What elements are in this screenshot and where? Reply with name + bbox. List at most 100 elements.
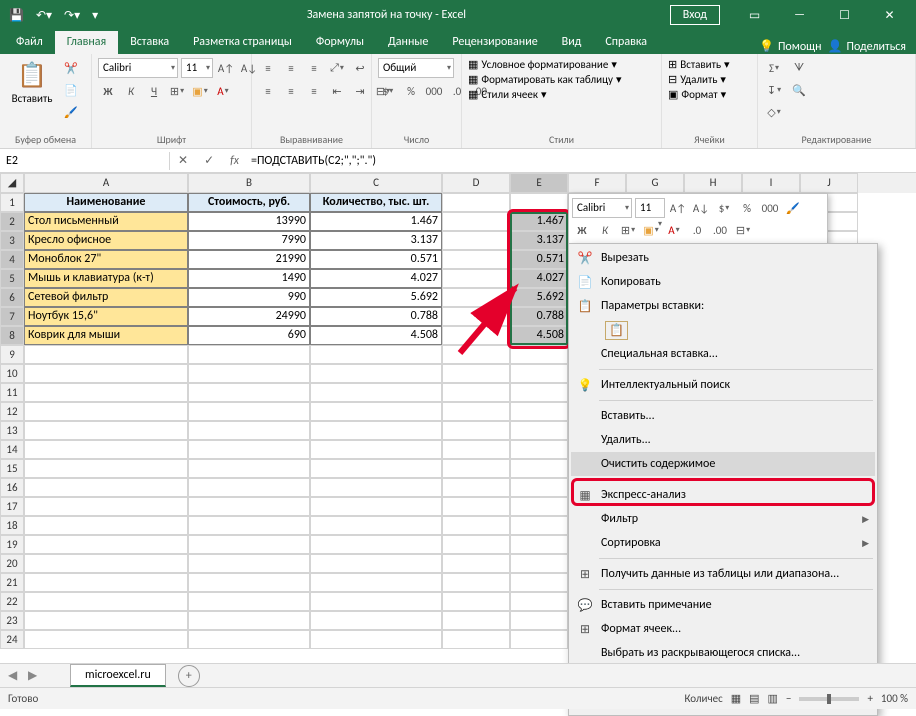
cut-icon[interactable]: ✂️ xyxy=(61,58,81,78)
tab-view[interactable]: Вид xyxy=(550,31,594,54)
cell[interactable] xyxy=(188,554,310,573)
ctx-sort[interactable]: Сортировка▶ xyxy=(571,531,875,555)
col-header-j[interactable]: J xyxy=(800,173,858,193)
login-button[interactable]: Вход xyxy=(670,5,720,25)
paste-button[interactable]: 📋 Вставить xyxy=(6,58,58,105)
cell[interactable] xyxy=(188,573,310,592)
ctx-clear-contents[interactable]: Очистить содержимое xyxy=(571,452,875,476)
cell[interactable] xyxy=(188,440,310,459)
cell[interactable] xyxy=(442,193,510,212)
row-header[interactable]: 17 xyxy=(0,497,24,516)
tab-file[interactable]: Файл xyxy=(4,31,55,54)
row-header[interactable]: 20 xyxy=(0,554,24,573)
mini-merge-icon[interactable]: ⊟ xyxy=(733,220,753,240)
cell[interactable] xyxy=(442,440,510,459)
format-cells-button[interactable]: ▣ Формат ▾ xyxy=(668,88,726,101)
cell[interactable] xyxy=(24,630,188,649)
cell[interactable]: 4.027 xyxy=(510,269,568,288)
row-header[interactable]: 12 xyxy=(0,402,24,421)
mini-format-painter-icon[interactable]: 🖌️ xyxy=(783,198,803,218)
mini-font-combo[interactable]: Calibri xyxy=(572,198,632,218)
cell[interactable]: 21990 xyxy=(188,250,310,269)
ctx-quick-analysis[interactable]: ▦Экспресс-анализ xyxy=(571,483,875,507)
cell[interactable]: Коврик для мыши xyxy=(24,326,188,345)
cell[interactable]: 0.571 xyxy=(310,250,442,269)
cell[interactable] xyxy=(442,250,510,269)
cell[interactable]: 13990 xyxy=(188,212,310,231)
cell-styles-button[interactable]: ▦ Стили ячеек ▾ xyxy=(468,88,546,101)
mini-bold-icon[interactable]: Ж xyxy=(572,220,592,240)
cell[interactable] xyxy=(510,402,568,421)
cell[interactable]: 0.788 xyxy=(310,307,442,326)
qat-dropdown-icon[interactable]: ▾ xyxy=(87,5,103,26)
cell[interactable] xyxy=(188,478,310,497)
cell[interactable]: Мышь и клавиатура (к-т) xyxy=(24,269,188,288)
cell[interactable] xyxy=(188,345,310,364)
mini-dec-dec-icon[interactable]: .00 xyxy=(710,220,730,240)
cell[interactable] xyxy=(442,288,510,307)
sheet-nav-prev-icon[interactable]: ◀ xyxy=(8,668,17,683)
cell[interactable] xyxy=(310,345,442,364)
cell[interactable] xyxy=(442,459,510,478)
zoom-slider[interactable] xyxy=(799,697,859,701)
cell[interactable] xyxy=(310,440,442,459)
align-left-icon[interactable]: ≡ xyxy=(258,81,278,101)
fill-color-icon[interactable]: ▣ xyxy=(190,81,210,101)
cell[interactable] xyxy=(442,212,510,231)
cell[interactable] xyxy=(24,440,188,459)
percent-icon[interactable]: % xyxy=(401,81,421,101)
ribbon-options-icon[interactable]: ▭ xyxy=(732,0,777,30)
cell[interactable] xyxy=(510,497,568,516)
ctx-smart-lookup[interactable]: 💡Интеллектуальный поиск xyxy=(571,373,875,397)
cell[interactable] xyxy=(510,611,568,630)
cell[interactable] xyxy=(310,516,442,535)
mini-grow-font-icon[interactable]: A↑ xyxy=(668,198,688,218)
cell[interactable]: Стоимость, руб. xyxy=(188,193,310,212)
cell[interactable]: 24990 xyxy=(188,307,310,326)
cell[interactable]: Наименование xyxy=(24,193,188,212)
mini-comma-icon[interactable]: 000 xyxy=(760,198,780,218)
cell[interactable] xyxy=(310,402,442,421)
name-box[interactable]: E2 xyxy=(0,152,170,170)
cell[interactable]: 1490 xyxy=(188,269,310,288)
cell[interactable] xyxy=(442,231,510,250)
cell[interactable] xyxy=(24,554,188,573)
cell[interactable]: Количество, тыс. шт. xyxy=(310,193,442,212)
row-header[interactable]: 8 xyxy=(0,326,24,345)
maximize-icon[interactable]: ☐ xyxy=(822,0,867,30)
cell[interactable]: 3.137 xyxy=(310,231,442,250)
cell[interactable] xyxy=(24,478,188,497)
cell[interactable] xyxy=(442,554,510,573)
cell[interactable]: Ноутбук 15,6" xyxy=(24,307,188,326)
cell[interactable] xyxy=(188,402,310,421)
align-bottom-icon[interactable]: ≡ xyxy=(304,58,324,78)
cell[interactable] xyxy=(310,478,442,497)
comma-icon[interactable]: 000 xyxy=(424,81,444,101)
cond-format-button[interactable]: ▦ Условное форматирование ▾ xyxy=(468,58,617,71)
cell[interactable] xyxy=(442,630,510,649)
cell[interactable] xyxy=(510,421,568,440)
cell[interactable]: 1.467 xyxy=(310,212,442,231)
sheet-tab[interactable]: microexcel.ru xyxy=(70,664,166,687)
cell[interactable]: Сетевой фильтр xyxy=(24,288,188,307)
mini-shrink-font-icon[interactable]: A↓ xyxy=(691,198,711,218)
cell[interactable] xyxy=(24,383,188,402)
bold-icon[interactable]: Ж xyxy=(98,81,118,101)
row-header[interactable]: 18 xyxy=(0,516,24,535)
delete-cells-button[interactable]: ⊟ Удалить ▾ xyxy=(668,73,726,86)
enter-icon[interactable]: ✓ xyxy=(196,153,222,168)
ctx-paste-default[interactable]: 📋 xyxy=(571,318,875,342)
cell[interactable] xyxy=(510,193,568,212)
align-center-icon[interactable]: ≡ xyxy=(281,81,301,101)
ctx-paste-special[interactable]: Специальная вставка... xyxy=(571,342,875,366)
ctx-delete[interactable]: Удалить... xyxy=(571,428,875,452)
font-name-combo[interactable]: Calibri xyxy=(98,58,178,78)
cell[interactable] xyxy=(188,383,310,402)
cell[interactable] xyxy=(442,326,510,345)
row-header[interactable]: 4 xyxy=(0,250,24,269)
number-format-combo[interactable]: Общий xyxy=(378,58,454,78)
ctx-pick-dropdown[interactable]: Выбрать из раскрывающегося списка... xyxy=(571,641,875,665)
save-icon[interactable]: 💾 xyxy=(4,5,29,26)
col-header-c[interactable]: C xyxy=(310,173,442,193)
cell[interactable] xyxy=(442,573,510,592)
